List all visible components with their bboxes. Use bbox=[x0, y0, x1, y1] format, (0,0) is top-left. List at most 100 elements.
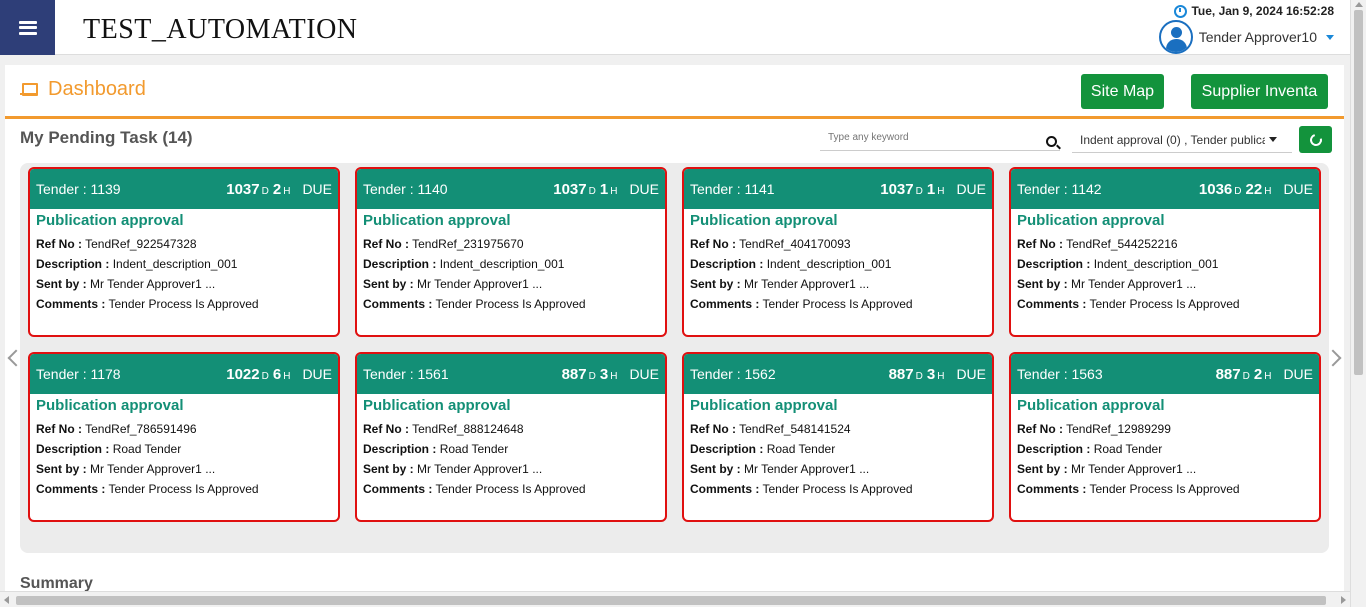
due-label: DUE bbox=[1283, 181, 1313, 197]
comments-row: Comments : Tender Process Is Approved bbox=[363, 479, 659, 499]
task-stage[interactable]: Publication approval bbox=[1017, 397, 1313, 414]
sent-by-label: Sent by : bbox=[36, 462, 87, 476]
horizontal-scrollbar[interactable] bbox=[0, 591, 1350, 607]
ref-label: Ref No : bbox=[690, 422, 736, 436]
description-row: Description : Road Tender bbox=[363, 439, 659, 459]
ref-value: TendRef_922547328 bbox=[85, 237, 197, 251]
comments-label: Comments : bbox=[363, 482, 433, 496]
task-stage[interactable]: Publication approval bbox=[36, 397, 332, 414]
pending-task-carousel: Tender : 1139 1037 D 2 H DUE Publication appro… bbox=[20, 163, 1329, 553]
ref-label: Ref No : bbox=[363, 237, 409, 251]
due-label: DUE bbox=[1283, 366, 1313, 382]
description-value: Road Tender bbox=[112, 442, 182, 456]
chevron-down-icon bbox=[1326, 34, 1334, 40]
ref-row: Ref No : TendRef_548141524 bbox=[690, 419, 986, 439]
search-input[interactable] bbox=[820, 125, 1030, 149]
task-stage[interactable]: Publication approval bbox=[690, 397, 986, 414]
task-stage[interactable]: Publication approval bbox=[690, 212, 986, 229]
search-icon[interactable] bbox=[1046, 136, 1057, 147]
vertical-scroll-thumb[interactable] bbox=[1354, 10, 1363, 375]
due-days: 1037 bbox=[880, 180, 914, 198]
sent-by-label: Sent by : bbox=[1017, 462, 1068, 476]
task-card[interactable]: Tender : 1563 887 D 2 H DUE Publication approv… bbox=[1009, 352, 1321, 522]
scroll-right-icon[interactable] bbox=[1341, 596, 1346, 604]
hours-unit: H bbox=[1264, 185, 1272, 197]
datetime-text: Tue, Jan 9, 2024 16:52:28 bbox=[1191, 4, 1334, 18]
task-card[interactable]: Tender : 1562 887 D 3 H DUE Publication approv… bbox=[682, 352, 994, 522]
ref-value: TendRef_548141524 bbox=[739, 422, 851, 436]
task-card[interactable]: Tender : 1142 1036 D 22 H DUE Publication appr… bbox=[1009, 167, 1321, 337]
sent-by-label: Sent by : bbox=[690, 462, 741, 476]
task-stage[interactable]: Publication approval bbox=[1017, 212, 1313, 229]
card-header: Tender : 1563 887 D 2 H DUE bbox=[1011, 354, 1319, 394]
due-hours: 3 bbox=[926, 365, 936, 383]
hours-unit: H bbox=[283, 185, 291, 197]
refresh-icon bbox=[1307, 131, 1324, 148]
site-map-button[interactable]: Site Map bbox=[1081, 74, 1164, 109]
task-stage[interactable]: Publication approval bbox=[363, 397, 659, 414]
due-hours: 3 bbox=[599, 365, 609, 383]
comments-label: Comments : bbox=[36, 297, 106, 311]
description-label: Description : bbox=[1017, 257, 1091, 271]
card-body: Publication approval Ref No : TendRef_922… bbox=[30, 209, 338, 317]
user-menu[interactable]: Tender Approver10 bbox=[1158, 20, 1334, 54]
task-stage[interactable]: Publication approval bbox=[363, 212, 659, 229]
comments-label: Comments : bbox=[36, 482, 106, 496]
task-card[interactable]: Tender : 1139 1037 D 2 H DUE Publication appro… bbox=[28, 167, 340, 337]
dashboard-title: Dashboard bbox=[20, 78, 146, 101]
sent-by-value: Mr Tender Approver1 ... bbox=[1071, 277, 1197, 291]
dashboard-header: Dashboard Site Map Supplier Inventa bbox=[5, 65, 1344, 119]
hours-unit: H bbox=[610, 370, 618, 382]
due-label: DUE bbox=[302, 366, 332, 382]
description-row: Description : Road Tender bbox=[36, 439, 332, 459]
due-duration: 887 D 3 H bbox=[889, 366, 947, 383]
sent-by-row: Sent by : Mr Tender Approver1 ... bbox=[1017, 459, 1313, 479]
comments-row: Comments : Tender Process Is Approved bbox=[1017, 479, 1313, 499]
comments-value: Tender Process Is Approved bbox=[762, 482, 913, 496]
due-days: 887 bbox=[1215, 365, 1241, 383]
due-days: 1037 bbox=[226, 180, 260, 198]
menu-button[interactable] bbox=[0, 0, 55, 55]
sent-by-row: Sent by : Mr Tender Approver1 ... bbox=[36, 459, 332, 479]
sent-by-row: Sent by : Mr Tender Approver1 ... bbox=[690, 459, 986, 479]
scroll-up-icon[interactable] bbox=[1355, 2, 1363, 7]
sent-by-row: Sent by : Mr Tender Approver1 ... bbox=[36, 274, 332, 294]
tender-number: Tender : 1561 bbox=[363, 366, 449, 382]
task-card[interactable]: Tender : 1140 1037 D 1 H DUE Publication appro… bbox=[355, 167, 667, 337]
sent-by-value: Mr Tender Approver1 ... bbox=[417, 277, 543, 291]
refresh-button[interactable] bbox=[1299, 126, 1332, 153]
task-filter-select[interactable]: Indent approval (0) , Tender publication bbox=[1072, 127, 1292, 153]
task-card[interactable]: Tender : 1178 1022 D 6 H DUE Publication appro… bbox=[28, 352, 340, 522]
sent-by-value: Mr Tender Approver1 ... bbox=[1071, 462, 1197, 476]
laptop-icon bbox=[20, 83, 38, 96]
task-card[interactable]: Tender : 1141 1037 D 1 H DUE Publication appro… bbox=[682, 167, 994, 337]
due-days: 1036 bbox=[1198, 180, 1233, 198]
scroll-left-icon[interactable] bbox=[4, 596, 9, 604]
due-duration: 887 D 2 H bbox=[1216, 366, 1274, 383]
ref-value: TendRef_544252216 bbox=[1066, 237, 1178, 251]
ref-label: Ref No : bbox=[1017, 422, 1063, 436]
ref-row: Ref No : TendRef_786591496 bbox=[36, 419, 332, 439]
comments-value: Tender Process Is Approved bbox=[108, 297, 259, 311]
description-label: Description : bbox=[363, 442, 437, 456]
task-stage[interactable]: Publication approval bbox=[36, 212, 332, 229]
sent-by-row: Sent by : Mr Tender Approver1 ... bbox=[363, 459, 659, 479]
card-header: Tender : 1142 1036 D 22 H DUE bbox=[1011, 169, 1319, 209]
card-header: Tender : 1562 887 D 3 H DUE bbox=[684, 354, 992, 394]
description-label: Description : bbox=[36, 442, 110, 456]
description-row: Description : Road Tender bbox=[1017, 439, 1313, 459]
ref-label: Ref No : bbox=[36, 422, 82, 436]
task-card[interactable]: Tender : 1561 887 D 3 H DUE Publication approv… bbox=[355, 352, 667, 522]
chevron-down-icon bbox=[1269, 137, 1277, 142]
due-duration: 887 D 3 H bbox=[562, 366, 620, 383]
comments-row: Comments : Tender Process Is Approved bbox=[690, 294, 986, 314]
card-header: Tender : 1140 1037 D 1 H DUE bbox=[357, 169, 665, 209]
hours-unit: H bbox=[937, 370, 945, 382]
ref-label: Ref No : bbox=[363, 422, 409, 436]
user-name: Tender Approver10 bbox=[1198, 29, 1317, 45]
supplier-inventory-button[interactable]: Supplier Inventa bbox=[1191, 74, 1328, 109]
horizontal-scroll-thumb[interactable] bbox=[16, 596, 1326, 605]
app-title: TEST_AUTOMATION bbox=[83, 14, 358, 45]
ref-row: Ref No : TendRef_544252216 bbox=[1017, 234, 1313, 254]
vertical-scrollbar[interactable] bbox=[1350, 0, 1366, 607]
